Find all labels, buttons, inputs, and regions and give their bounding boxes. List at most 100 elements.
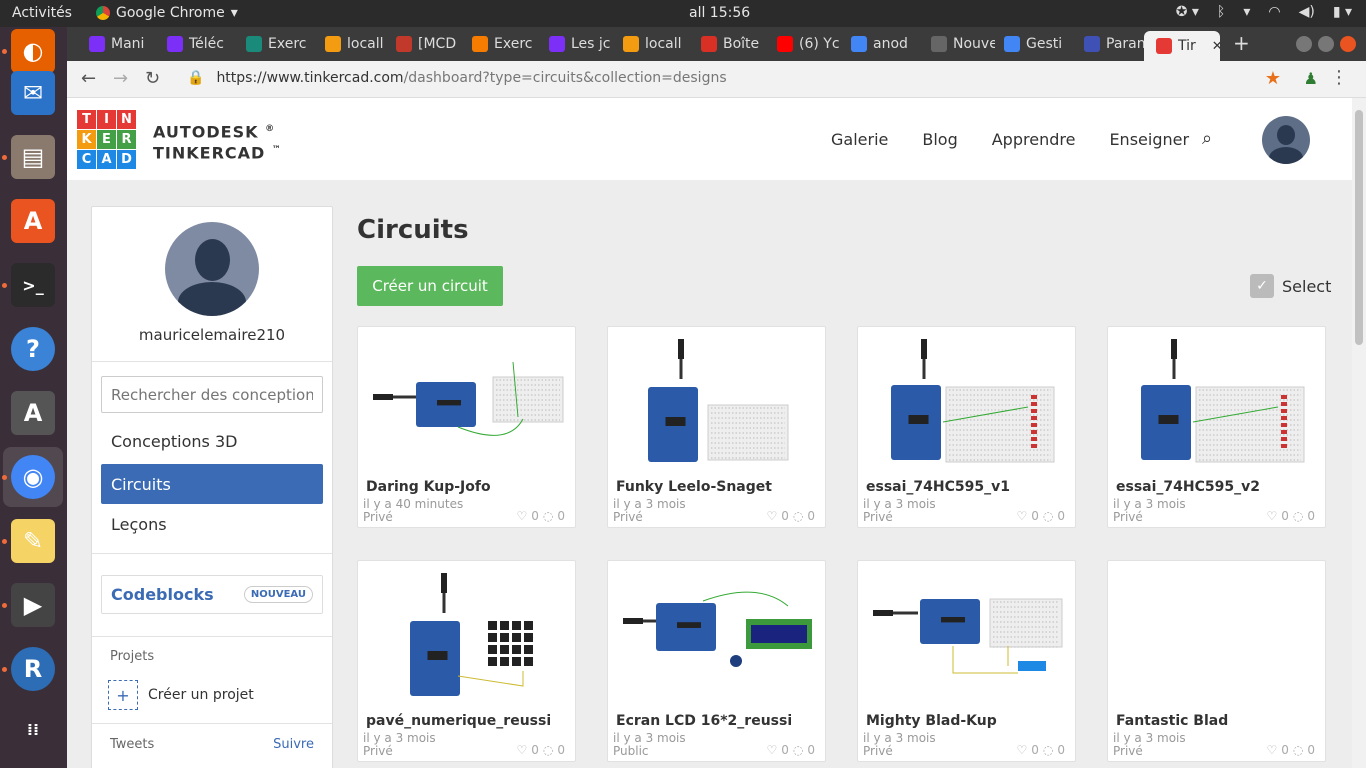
bluetooth-icon[interactable]: ᛒ — [1217, 4, 1225, 20]
updater-icon[interactable]: A — [9, 389, 57, 437]
create-project-button[interactable]: + Créer un projet — [108, 680, 254, 710]
card-title[interactable]: Daring Kup-Jofo — [366, 479, 491, 495]
thunderbird-icon[interactable]: ✉ — [9, 69, 57, 117]
browser-tab[interactable]: Exerc — [234, 30, 310, 58]
comment-icon[interactable]: ◌ — [1293, 509, 1303, 523]
menu-conceptions-3d[interactable]: Conceptions 3D — [101, 421, 323, 461]
software-center-icon[interactable]: A — [9, 197, 57, 245]
browser-tab[interactable]: Les jc — [537, 30, 613, 58]
browser-menu-icon[interactable]: ⋮ — [1330, 67, 1348, 88]
card-title[interactable]: Ecran LCD 16*2_reussi — [616, 713, 792, 729]
help-icon[interactable]: ? — [9, 325, 57, 373]
extension-icon[interactable]: ♟ — [1304, 69, 1318, 88]
video-editor-icon[interactable]: ▶ — [9, 581, 57, 629]
address-bar[interactable]: 🔒 https://www.tinkercad.com/dashboard?typ… — [187, 70, 727, 86]
close-window-button[interactable] — [1340, 36, 1356, 52]
select-toggle[interactable]: ✓ Select — [1250, 274, 1331, 298]
search-input[interactable] — [101, 376, 323, 413]
forward-icon[interactable]: → — [113, 68, 128, 89]
design-card[interactable]: Fantastic Blad il y a 3 mois Privé ♡ 0 ◌ 0 — [1107, 560, 1326, 762]
browser-tab[interactable]: Mani — [77, 30, 153, 58]
apps-grid-icon[interactable]: ⁞⁞ — [9, 705, 57, 753]
browser-tab[interactable]: locall — [313, 30, 389, 58]
scrollbar-thumb[interactable] — [1355, 110, 1363, 345]
menu-circuits[interactable]: Circuits — [101, 464, 323, 504]
firefox-icon[interactable]: ◐ — [9, 27, 57, 75]
comment-icon[interactable]: ◌ — [793, 509, 803, 523]
codeblocks-link[interactable]: Codeblocks NOUVEAU — [101, 575, 323, 614]
nav-apprendre[interactable]: Apprendre — [992, 130, 1076, 149]
comment-icon[interactable]: ◌ — [1043, 509, 1053, 523]
heart-icon[interactable]: ♡ — [516, 509, 527, 523]
browser-tab[interactable]: [MCD — [384, 30, 460, 58]
browser-tab[interactable]: locall — [611, 30, 687, 58]
clock[interactable]: all 15:56 — [689, 5, 750, 21]
browser-tab[interactable]: Paran — [1072, 30, 1148, 58]
reload-icon[interactable]: ↻ — [145, 68, 160, 89]
comment-icon[interactable]: ◌ — [1043, 743, 1053, 757]
browser-tab[interactable]: Boîte — [689, 30, 765, 58]
heart-icon[interactable]: ♡ — [1016, 509, 1027, 523]
tinkercad-logo[interactable]: TIN KER CAD — [77, 110, 136, 169]
browser-tab[interactable]: anod — [839, 30, 915, 58]
maximize-button[interactable] — [1318, 36, 1334, 52]
nav-blog[interactable]: Blog — [922, 130, 957, 149]
heart-icon[interactable]: ♡ — [516, 743, 527, 757]
comment-icon[interactable]: ◌ — [543, 743, 553, 757]
heart-icon[interactable]: ♡ — [1266, 743, 1277, 757]
design-card[interactable]: pavé_numerique_reussi il y a 3 mois Privé ♡… — [357, 560, 576, 762]
browser-tab[interactable]: Exerc — [460, 30, 536, 58]
design-card[interactable]: Daring Kup-Jofo il y a 40 minutes Privé ♡ 0 ◌… — [357, 326, 576, 528]
new-tab-button[interactable]: + — [1233, 31, 1250, 55]
back-icon[interactable]: ← — [81, 68, 96, 89]
files-icon[interactable]: ▤ — [9, 133, 57, 181]
user-avatar[interactable] — [1262, 116, 1310, 164]
nav-enseigner[interactable]: Enseigner — [1109, 130, 1189, 149]
design-card[interactable]: Funky Leelo-Snaget il y a 3 mois Privé ♡ 0 ◌ 0 — [607, 326, 826, 528]
card-title[interactable]: pavé_numerique_reussi — [366, 713, 551, 729]
username[interactable]: mauricelemaire210 — [92, 326, 332, 344]
design-card[interactable]: essai_74HC595_v2 il y a 3 mois Privé ♡ 0 ◌ 0 — [1107, 326, 1326, 528]
search-icon[interactable]: ⌕ — [1202, 128, 1212, 149]
dropdown-icon[interactable]: ▾ — [1243, 4, 1250, 20]
heart-icon[interactable]: ♡ — [766, 509, 777, 523]
comment-icon[interactable]: ◌ — [1293, 743, 1303, 757]
browser-tab[interactable]: Téléc — [155, 30, 231, 58]
design-card[interactable]: Mighty Blad-Kup il y a 3 mois Privé ♡ 0 ◌ 0 — [857, 560, 1076, 762]
app-menu[interactable]: Google Chrome ▾ — [96, 5, 238, 21]
heart-icon[interactable]: ♡ — [1016, 743, 1027, 757]
activities-button[interactable]: Activités — [12, 5, 72, 21]
card-title[interactable]: Funky Leelo-Snaget — [616, 479, 772, 495]
create-circuit-button[interactable]: Créer un circuit — [357, 266, 503, 306]
accessibility-icon[interactable]: ✪ ▾ — [1176, 4, 1199, 20]
system-tray[interactable]: ✪ ▾ ᛒ ▾ ◠ ◀) ▮ ▾ — [1176, 4, 1352, 20]
comment-icon[interactable]: ◌ — [543, 509, 553, 523]
browser-tab[interactable]: Tir ✕ — [1144, 31, 1220, 61]
browser-tab[interactable]: Gesti — [992, 30, 1068, 58]
terminal-icon[interactable]: >_ — [9, 261, 57, 309]
volume-icon[interactable]: ◀) — [1299, 4, 1315, 20]
design-card[interactable]: Ecran LCD 16*2_reussi il y a 3 mois Public… — [607, 560, 826, 762]
minimize-button[interactable] — [1296, 36, 1312, 52]
card-title[interactable]: essai_74HC595_v2 — [1116, 479, 1260, 495]
comment-icon[interactable]: ◌ — [793, 743, 803, 757]
bookmark-star-icon[interactable]: ★ — [1265, 68, 1281, 89]
browser-tab[interactable]: (6) Yc — [765, 30, 841, 58]
heart-icon[interactable]: ♡ — [1266, 509, 1277, 523]
card-title[interactable]: Mighty Blad-Kup — [866, 713, 997, 729]
browser-tab[interactable]: Nouvel c — [919, 30, 995, 58]
heart-icon[interactable]: ♡ — [766, 743, 777, 757]
checkbox-icon[interactable]: ✓ — [1250, 274, 1274, 298]
card-title[interactable]: essai_74HC595_v1 — [866, 479, 1010, 495]
close-tab-icon[interactable]: ✕ — [1212, 39, 1220, 54]
profile-avatar[interactable] — [165, 222, 259, 316]
wifi-icon[interactable]: ◠ — [1268, 4, 1280, 20]
design-card[interactable]: essai_74HC595_v1 il y a 3 mois Privé ♡ 0 ◌ 0 — [857, 326, 1076, 528]
page-scrollbar[interactable] — [1352, 98, 1366, 768]
chrome-icon[interactable]: ◉ — [3, 447, 63, 507]
nav-galerie[interactable]: Galerie — [831, 130, 888, 149]
card-title[interactable]: Fantastic Blad — [1116, 713, 1228, 729]
menu-lecons[interactable]: Leçons — [101, 504, 323, 544]
r-icon[interactable]: R — [9, 645, 57, 693]
text-editor-icon[interactable]: ✎ — [9, 517, 57, 565]
